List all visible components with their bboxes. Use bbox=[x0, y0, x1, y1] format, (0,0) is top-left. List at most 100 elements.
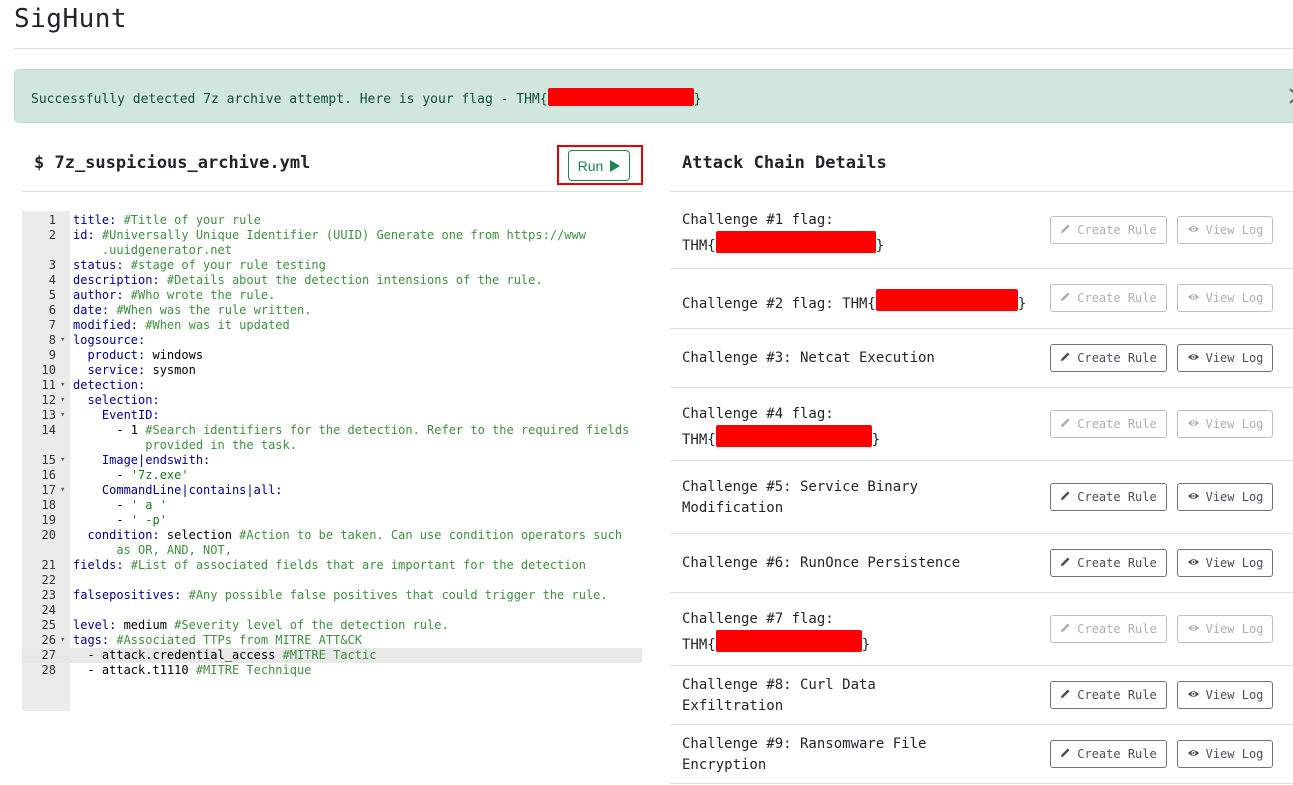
code-line[interactable]: 27 - attack.credential_access #MITRE Tac… bbox=[22, 648, 642, 663]
code-line[interactable]: 9 product: windows bbox=[22, 348, 642, 363]
code-line[interactable]: 7 modified: #When was it updated bbox=[22, 318, 642, 333]
fold-toggle-icon[interactable]: ▾ bbox=[60, 378, 65, 393]
create-rule-button[interactable]: Create Rule bbox=[1050, 614, 1167, 643]
code-line[interactable]: 11 ▾ detection: bbox=[22, 378, 642, 393]
view-log-button[interactable]: View Log bbox=[1177, 215, 1273, 244]
challenge-label: Challenge #5: Service Binary Modificatio… bbox=[682, 478, 919, 516]
line-number: 28 bbox=[41, 663, 56, 677]
code-line[interactable]: 24 bbox=[22, 603, 642, 618]
code-line[interactable]: 20 condition: selection #Action to be ta… bbox=[22, 528, 642, 543]
code-text: as OR, AND, NOT, bbox=[87, 543, 232, 557]
code-line[interactable]: 10 service: sysmon bbox=[22, 363, 642, 378]
create-rule-label: Create Rule bbox=[1077, 222, 1157, 237]
code-text: selection: bbox=[87, 393, 160, 407]
code-line[interactable]: 21 fields: #List of associated fields tha… bbox=[22, 558, 642, 573]
code-text: date: #When was the rule written. bbox=[73, 303, 312, 317]
code-line[interactable]: 5 author: #Who wrote the rule. bbox=[22, 288, 642, 303]
line-number: 9 bbox=[48, 348, 56, 362]
create-rule-button[interactable]: Create Rule bbox=[1050, 343, 1167, 372]
code-text: detection: bbox=[73, 378, 146, 392]
line-number: 6 bbox=[48, 303, 56, 317]
view-log-button[interactable]: View Log bbox=[1177, 343, 1273, 372]
code-line[interactable]: 23 falsepositives: #Any possible false po… bbox=[22, 588, 642, 603]
code-line[interactable]: 4 description: #Details about the detecti… bbox=[22, 273, 642, 288]
close-icon[interactable] bbox=[1284, 83, 1293, 109]
view-log-label: View Log bbox=[1205, 746, 1264, 761]
code-line[interactable]: 12 ▾ selection: bbox=[22, 393, 642, 408]
success-alert: Successfully detected 7z archive attempt… bbox=[14, 69, 1293, 123]
code-text: provided in the task. bbox=[116, 438, 297, 452]
editor-divider bbox=[22, 191, 642, 192]
code-line[interactable]: 1 title: #Title of your rule bbox=[22, 213, 642, 228]
create-rule-button[interactable]: Create Rule bbox=[1050, 739, 1167, 768]
code-line[interactable]: 6 date: #When was the rule written. bbox=[22, 303, 642, 318]
code-line[interactable]: 18 - ' a ' bbox=[22, 498, 642, 513]
create-rule-button[interactable]: Create Rule bbox=[1050, 548, 1167, 577]
line-number: 11 bbox=[41, 378, 56, 392]
code-line[interactable]: 26 ▾ tags: #Associated TTPs from MITRE ATT… bbox=[22, 633, 642, 648]
eye-icon bbox=[1187, 747, 1200, 761]
code-text: product: windows bbox=[87, 348, 204, 362]
view-log-button[interactable]: View Log bbox=[1177, 409, 1273, 438]
line-number: 17 bbox=[41, 483, 56, 497]
pencil-icon bbox=[1060, 747, 1071, 761]
create-rule-label: Create Rule bbox=[1077, 291, 1157, 305]
fold-toggle-icon[interactable]: ▾ bbox=[60, 453, 65, 468]
code-line[interactable]: 19 - ' -p' bbox=[22, 513, 642, 528]
create-rule-label: Create Rule bbox=[1077, 416, 1157, 431]
fold-toggle-icon[interactable]: ▾ bbox=[60, 393, 65, 408]
alert-text-end: } bbox=[693, 92, 702, 107]
code-line[interactable]: 17 ▾ CommandLine|contains|all: bbox=[22, 483, 642, 498]
code-line[interactable]: 22 bbox=[22, 573, 642, 588]
line-number: 23 bbox=[41, 588, 56, 602]
view-log-label: View Log bbox=[1205, 555, 1264, 570]
code-text: Image|endswith: bbox=[101, 453, 211, 467]
code-line[interactable]: 14 - 1 #Search identifiers for the detec… bbox=[22, 423, 642, 438]
code-line[interactable]: 2 id: #Universally Unique Identifier (UUI… bbox=[22, 228, 642, 243]
line-number: 1 bbox=[48, 213, 56, 227]
code-line[interactable]: 13 ▾ EventID: bbox=[22, 408, 642, 423]
code-text: .uuidgenerator.net bbox=[73, 243, 232, 257]
pencil-icon bbox=[1060, 351, 1071, 365]
create-rule-button[interactable]: Create Rule bbox=[1050, 215, 1167, 244]
challenge-label: Challenge #9: Ransomware File Encryption bbox=[682, 735, 927, 773]
code-line[interactable]: 8 ▾ logsource: bbox=[22, 333, 642, 348]
eye-icon bbox=[1187, 351, 1200, 365]
code-text: CommandLine|contains|all: bbox=[101, 483, 283, 497]
code-line[interactable]: 3 status: #stage of your rule testing bbox=[22, 258, 642, 273]
code-line[interactable]: provided in the task. bbox=[22, 438, 642, 453]
view-log-button[interactable]: View Log bbox=[1177, 680, 1273, 709]
code-line[interactable]: 16 - '7z.exe' bbox=[22, 468, 642, 483]
pencil-icon bbox=[1060, 417, 1071, 431]
fold-toggle-icon[interactable]: ▾ bbox=[60, 333, 65, 348]
challenge-row: Challenge #8: Curl Data Exfiltration Crea… bbox=[670, 666, 1293, 725]
code-line[interactable]: .uuidgenerator.net bbox=[22, 243, 642, 258]
code-editor[interactable]: 1 title: #Title of your rule 2 id: #Univers… bbox=[22, 211, 642, 711]
line-number: 4 bbox=[48, 273, 56, 287]
view-log-label: View Log bbox=[1205, 291, 1264, 305]
create-rule-button[interactable]: Create Rule bbox=[1050, 482, 1167, 511]
create-rule-button[interactable]: Create Rule bbox=[1050, 680, 1167, 709]
create-rule-button[interactable]: Create Rule bbox=[1050, 409, 1167, 438]
fold-toggle-icon[interactable]: ▾ bbox=[60, 408, 65, 423]
code-text: title: #Title of your rule bbox=[73, 213, 261, 227]
fold-toggle-icon[interactable]: ▾ bbox=[60, 633, 65, 648]
code-line[interactable]: 25 level: medium #Severity level of the d… bbox=[22, 618, 642, 633]
create-rule-label: Create Rule bbox=[1077, 489, 1157, 504]
create-rule-button[interactable]: Create Rule bbox=[1050, 284, 1167, 312]
view-log-button[interactable]: View Log bbox=[1177, 482, 1273, 511]
view-log-label: View Log bbox=[1205, 416, 1264, 431]
redacted-flag bbox=[715, 230, 876, 253]
line-number: 13 bbox=[41, 408, 56, 422]
view-log-button[interactable]: View Log bbox=[1177, 284, 1273, 312]
fold-toggle-icon[interactable]: ▾ bbox=[60, 483, 65, 498]
run-button[interactable]: Run bbox=[568, 150, 630, 181]
code-line[interactable]: 15 ▾ Image|endswith: bbox=[22, 453, 642, 468]
view-log-button[interactable]: View Log bbox=[1177, 548, 1273, 577]
view-log-button[interactable]: View Log bbox=[1177, 614, 1273, 643]
view-log-button[interactable]: View Log bbox=[1177, 739, 1273, 768]
code-line[interactable]: as OR, AND, NOT, bbox=[22, 543, 642, 558]
line-number: 21 bbox=[41, 558, 56, 572]
code-line[interactable]: 28 - attack.t1110 #MITRE Technique bbox=[22, 663, 642, 678]
line-number: 24 bbox=[41, 603, 56, 617]
